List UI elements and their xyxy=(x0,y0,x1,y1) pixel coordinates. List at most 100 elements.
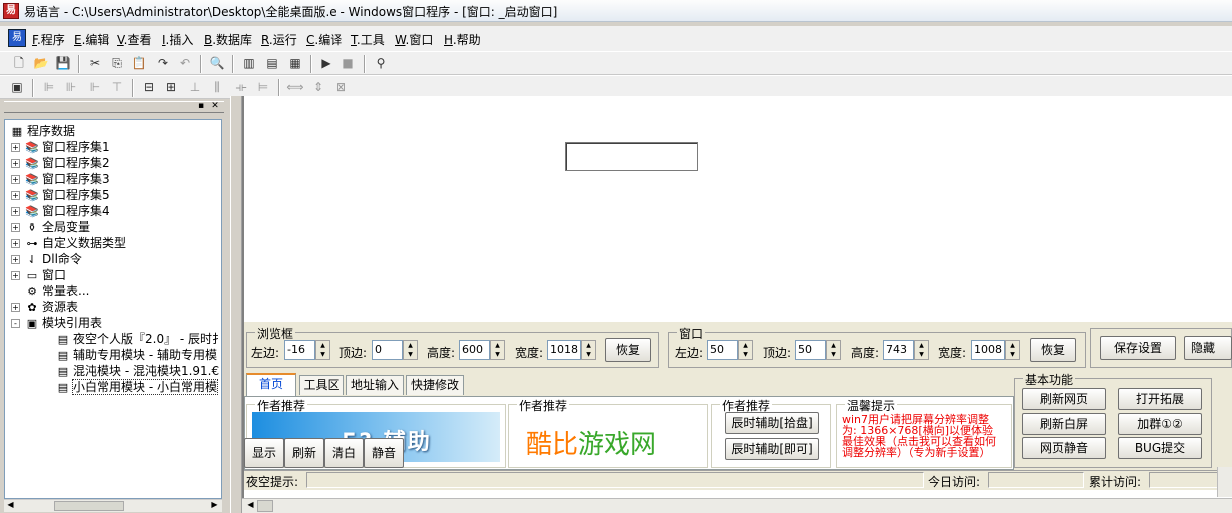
binoculars-icon[interactable]: ⚲ xyxy=(372,55,390,72)
tree-item[interactable]: + 📚 窗口程序集5 xyxy=(11,187,110,203)
browser-height-spinner[interactable]: ▲ ▼ xyxy=(490,340,505,360)
cut-icon[interactable]: ✂ xyxy=(86,55,104,72)
align-left-icon[interactable]: ⊫ xyxy=(40,79,58,96)
menu-insert[interactable]: I.插入 xyxy=(162,31,193,48)
tab-quick-edit[interactable]: 快捷修改 xyxy=(406,375,464,395)
expand-icon[interactable]: + xyxy=(11,239,20,248)
join-group-button[interactable]: 加群①② xyxy=(1118,413,1202,435)
refresh-button[interactable]: 刷新 xyxy=(284,438,324,468)
undo-icon[interactable]: ↶ xyxy=(176,55,194,72)
save-icon[interactable]: 💾 xyxy=(54,55,72,72)
tab-tools[interactable]: 工具区 xyxy=(299,375,344,395)
align-top-icon[interactable]: ⊤ xyxy=(108,79,126,96)
tree-module-item[interactable]: ▤ 夜空个人版『2.0』 - 辰时扌 xyxy=(55,331,221,347)
expand-icon[interactable]: + xyxy=(11,271,20,280)
window-height-input[interactable]: 743 xyxy=(883,340,914,360)
app-icon[interactable]: 易 xyxy=(3,3,19,19)
expand-icon[interactable]: + xyxy=(11,207,20,216)
run-icon[interactable]: ▶ xyxy=(317,55,335,72)
menu-database[interactable]: B.数据库 xyxy=(204,31,252,48)
tree-item[interactable]: + 📚 窗口程序集1 xyxy=(11,139,110,155)
refresh-webpage-button[interactable]: 刷新网页 xyxy=(1022,388,1106,410)
redo-icon[interactable]: ↷ xyxy=(154,55,172,72)
tree-item[interactable]: + 📚 窗口程序集4 xyxy=(11,203,110,219)
mute-webpage-button[interactable]: 网页静音 xyxy=(1022,437,1106,459)
menu-edit[interactable]: E.编辑 xyxy=(74,31,109,48)
browser-left-spinner[interactable]: ▲ ▼ xyxy=(315,340,330,360)
spacing-icon[interactable]: ⟛ xyxy=(232,79,250,96)
browser-width-input[interactable]: 1018 xyxy=(547,340,581,360)
align-middle-icon[interactable]: ⊟ xyxy=(140,79,158,96)
menu-run[interactable]: R.运行 xyxy=(261,31,297,48)
stop-icon[interactable]: ■ xyxy=(339,55,357,72)
paste-icon[interactable]: 📋 xyxy=(130,55,148,72)
refresh-whitescreen-button[interactable]: 刷新白屏 xyxy=(1022,413,1106,435)
menu-help[interactable]: H.帮助 xyxy=(444,31,481,48)
align-center-icon[interactable]: ⊪ xyxy=(62,79,80,96)
panel-splitter[interactable] xyxy=(230,96,242,513)
expand-icon[interactable]: + xyxy=(11,255,20,264)
window-width-spinner[interactable]: ▲ ▼ xyxy=(1005,340,1020,360)
grid-icon[interactable]: ▣ xyxy=(8,79,26,96)
panel-close-icon[interactable]: ✕ xyxy=(210,101,220,111)
expand-icon[interactable]: + xyxy=(11,191,20,200)
align-bottom-icon[interactable]: ⊞ xyxy=(162,79,180,96)
scroll-thumb[interactable] xyxy=(257,500,273,512)
browser-height-input[interactable]: 600 xyxy=(459,340,490,360)
menu-window[interactable]: W.窗口 xyxy=(395,31,433,48)
browser-width-spinner[interactable]: ▲ ▼ xyxy=(581,340,596,360)
menu-tools[interactable]: T.工具 xyxy=(351,31,385,48)
menu-program[interactable]: F.程序 xyxy=(32,31,65,48)
kubi-ad[interactable]: 酷比游戏网 xyxy=(508,404,708,468)
layout2-icon[interactable]: ▤ xyxy=(263,55,281,72)
scroll-left-icon[interactable]: ◀ xyxy=(4,500,17,512)
layout3-icon[interactable]: ▦ xyxy=(286,55,304,72)
tree-item[interactable]: + 📚 窗口程序集3 xyxy=(11,171,110,187)
window-height-spinner[interactable]: ▲ ▼ xyxy=(914,340,929,360)
tree-root[interactable]: ▦ 程序数据 xyxy=(9,123,75,139)
menu-view[interactable]: V.查看 xyxy=(117,31,152,48)
find-icon[interactable]: 🔍 xyxy=(208,55,226,72)
align-right-icon[interactable]: ⊩ xyxy=(86,79,104,96)
chenshi-assist-button-2[interactable]: 辰时辅助[即可] xyxy=(725,438,819,460)
tree-item[interactable]: + ✿ 资源表 xyxy=(11,299,78,315)
scroll-thumb[interactable] xyxy=(54,501,124,511)
save-settings-button[interactable]: 保存设置 xyxy=(1100,336,1176,360)
tree-module-item[interactable]: ▤ 辅助专用模块 - 辅助专用模 xyxy=(55,347,217,363)
same-size-icon[interactable]: ⊠ xyxy=(332,79,350,96)
show-button[interactable]: 显示 xyxy=(244,438,284,468)
window-left-spinner[interactable]: ▲ ▼ xyxy=(738,340,753,360)
tree-module-item[interactable]: ▤ 小白常用模块 - 小白常用模 xyxy=(55,379,218,395)
browser-top-spinner[interactable]: ▲ ▼ xyxy=(403,340,418,360)
tree-item[interactable]: + ⊶ 自定义数据类型 xyxy=(11,235,126,251)
tree-item[interactable]: ⚙ 常量表... xyxy=(11,283,89,299)
tree-module-item[interactable]: ▤ 混沌模块 - 混沌模块1.91.€ xyxy=(55,363,219,379)
menu-compile[interactable]: C.编译 xyxy=(306,31,342,48)
chenshi-assist-button-1[interactable]: 辰时辅助[拾盘] xyxy=(725,412,819,434)
scroll-right-icon[interactable]: ▶ xyxy=(208,500,221,512)
new-file-icon[interactable]: 🗋 xyxy=(10,55,28,72)
warm-tip-text[interactable]: win7用户请把屏幕分辨率调整 为: 1366×768[横向]以便体验 最佳效果… xyxy=(842,414,1010,458)
clear-button[interactable]: 清白 xyxy=(324,438,364,468)
expand-icon[interactable]: + xyxy=(11,143,20,152)
hide-button[interactable]: 隐藏 xyxy=(1184,336,1232,360)
window-top-input[interactable]: 50 xyxy=(795,340,826,360)
browser-left-input[interactable]: -16 xyxy=(284,340,315,360)
window-left-input[interactable]: 50 xyxy=(707,340,738,360)
tree-item[interactable]: + ⚱ 全局变量 xyxy=(11,219,90,235)
expand-icon[interactable]: + xyxy=(11,175,20,184)
tree-item[interactable]: + ▭ 窗口 xyxy=(11,267,66,283)
canvas-horizontal-scrollbar[interactable]: ◀ xyxy=(242,498,1232,513)
space-v-icon[interactable]: ⫼ xyxy=(208,79,226,96)
spacing2-icon[interactable]: ⊨ xyxy=(254,79,272,96)
open-folder-icon[interactable]: 📂 xyxy=(32,55,50,72)
tab-home[interactable]: 首页 xyxy=(246,373,296,396)
panel-restore-icon[interactable]: ▪ xyxy=(196,101,206,111)
copy-icon[interactable]: ⎘ xyxy=(108,55,126,72)
same-width-icon[interactable]: ⟺ xyxy=(286,79,304,96)
tree-item[interactable]: - ▣ 模块引用表 xyxy=(11,315,102,331)
window-restore-button[interactable]: 恢复 xyxy=(1030,338,1076,362)
expand-icon[interactable]: + xyxy=(11,159,20,168)
window-top-spinner[interactable]: ▲ ▼ xyxy=(826,340,841,360)
tree-item[interactable]: + ⇃ Dll命令 xyxy=(11,251,82,267)
